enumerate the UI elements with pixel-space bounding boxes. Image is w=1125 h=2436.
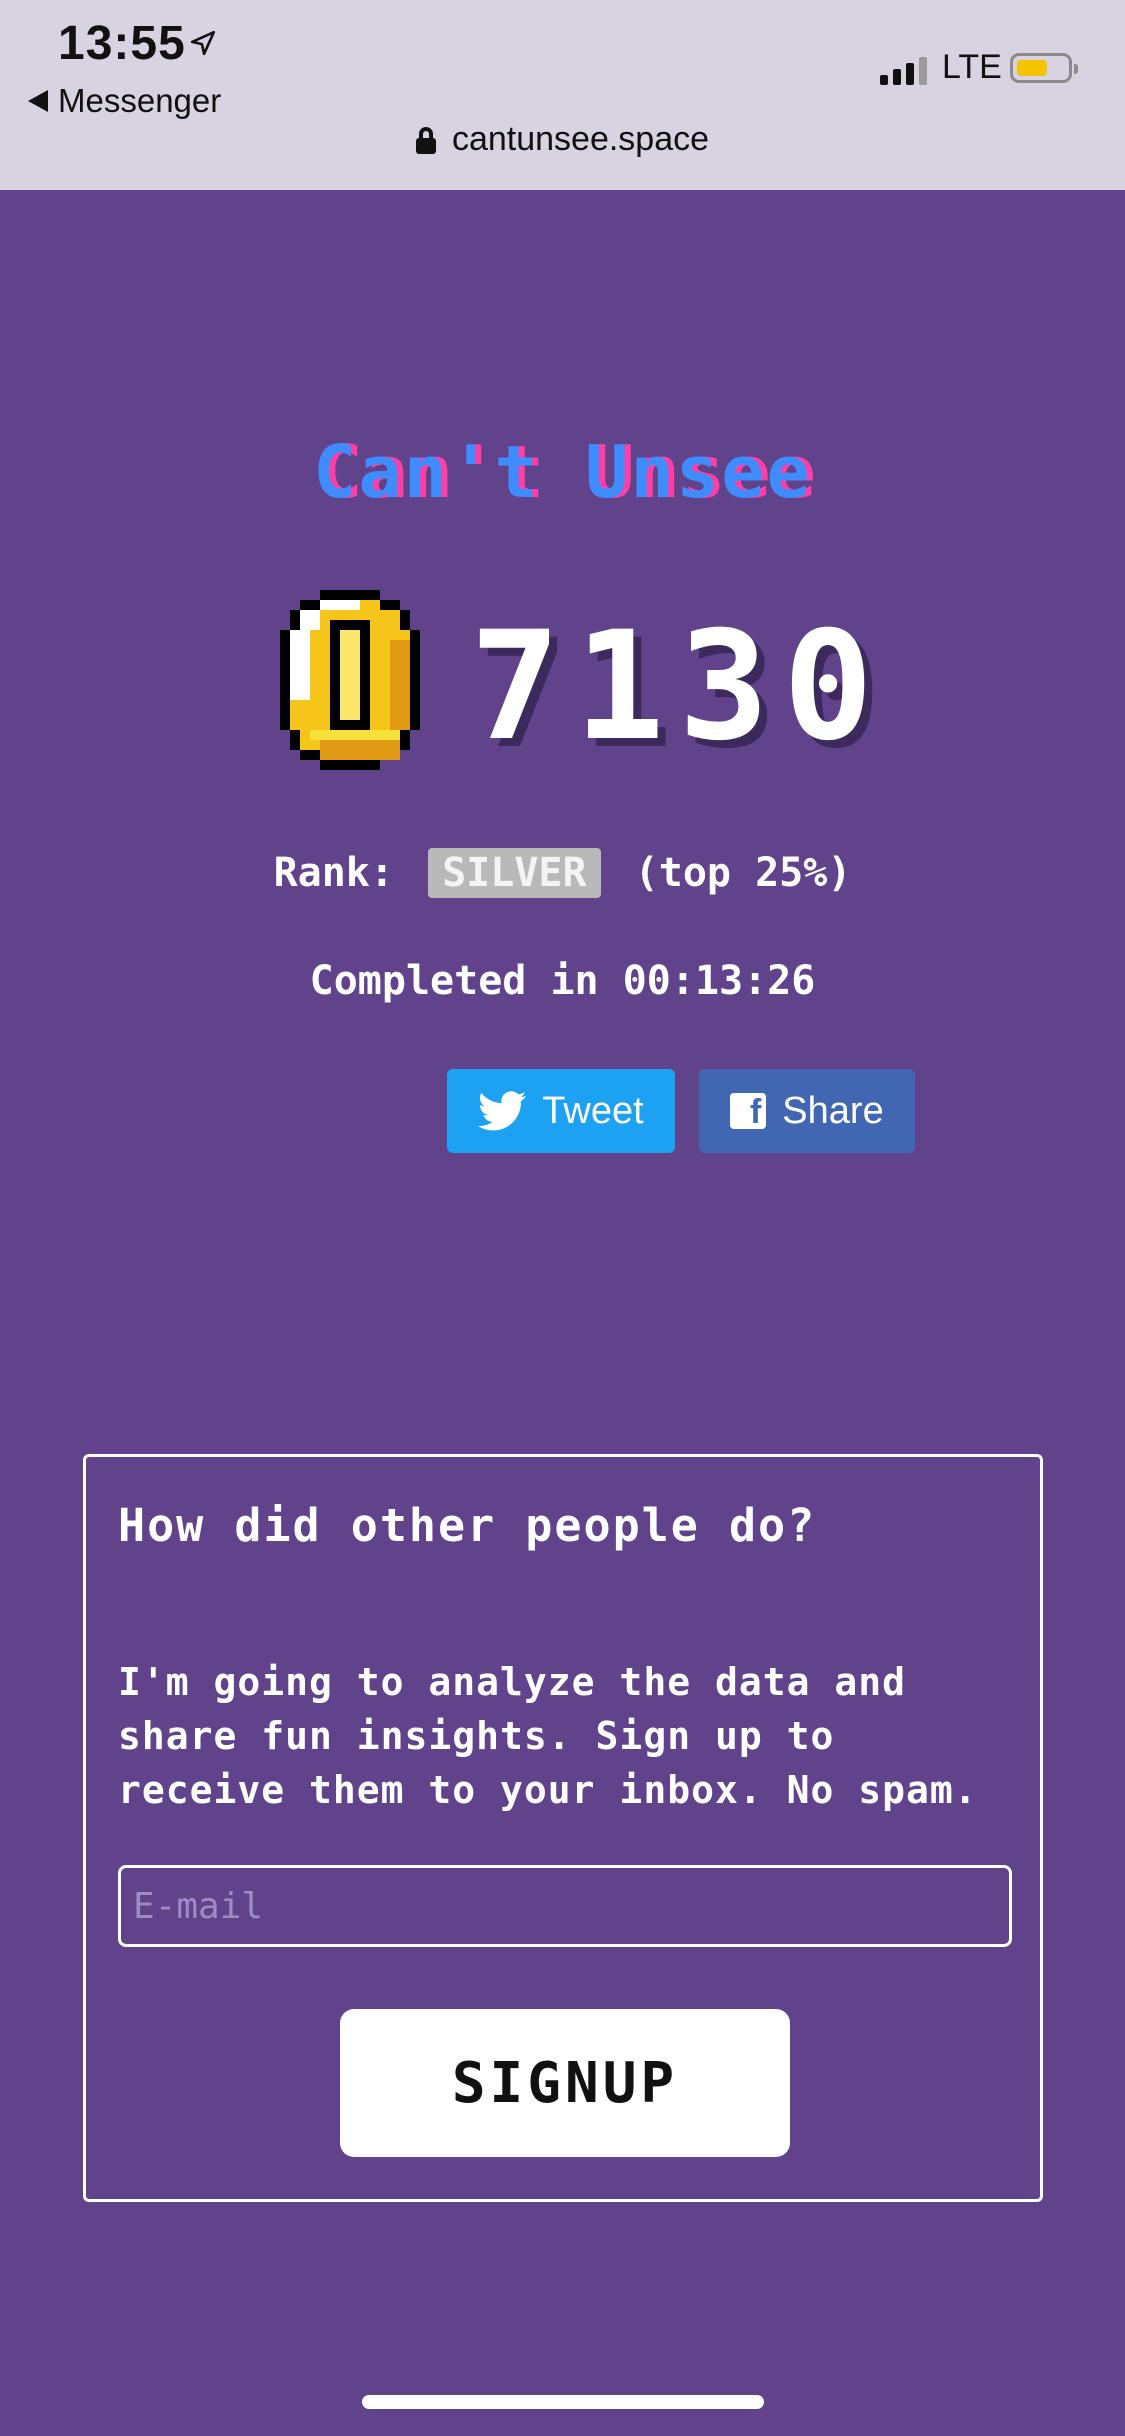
rank-prefix: Rank:: [273, 850, 394, 896]
coin-icon: [280, 590, 420, 770]
address-bar[interactable]: cantunsee.space: [0, 120, 1125, 159]
url-text: cantunsee.space: [451, 120, 710, 158]
signup-button[interactable]: SIGNUP: [340, 2009, 790, 2157]
network-type: LTE: [942, 48, 1002, 86]
share-label: Share: [782, 1089, 884, 1132]
score-value: 7130: [470, 600, 888, 774]
back-to-messenger[interactable]: Messenger: [28, 82, 221, 120]
email-field[interactable]: [118, 1865, 1012, 1947]
signal-bars-icon: [880, 55, 927, 85]
home-indicator[interactable]: [362, 2395, 764, 2409]
back-label: Messenger: [58, 82, 222, 119]
browser-status-bar: 13:55 Messenger LTE cantunsee.space: [0, 0, 1125, 190]
rank-line: Rank: SILVER (top 25%): [0, 848, 1125, 898]
lock-icon: [415, 126, 436, 154]
card-title: How did other people do?: [118, 1499, 817, 1552]
back-arrow-icon: [28, 90, 48, 112]
card-description: I'm going to analyze the data and share …: [118, 1660, 978, 1812]
signup-card: How did other people do? I'm going to an…: [83, 1454, 1043, 2202]
completion-time: Completed in 00:13:26: [309, 958, 816, 1004]
tweet-label: Tweet: [542, 1089, 644, 1132]
clock: 13:55: [58, 17, 186, 70]
rank-badge: SILVER: [428, 848, 601, 898]
battery-icon: [1010, 53, 1078, 83]
twitter-bird-icon: [478, 1091, 527, 1131]
facebook-icon: f: [730, 1093, 767, 1129]
rank-percentile: (top 25%): [634, 850, 852, 896]
game-title: Can't Unsee: [313, 430, 812, 514]
facebook-share-button[interactable]: f Share: [699, 1069, 915, 1153]
tweet-button[interactable]: Tweet: [447, 1069, 675, 1153]
location-arrow-icon: [190, 30, 216, 56]
